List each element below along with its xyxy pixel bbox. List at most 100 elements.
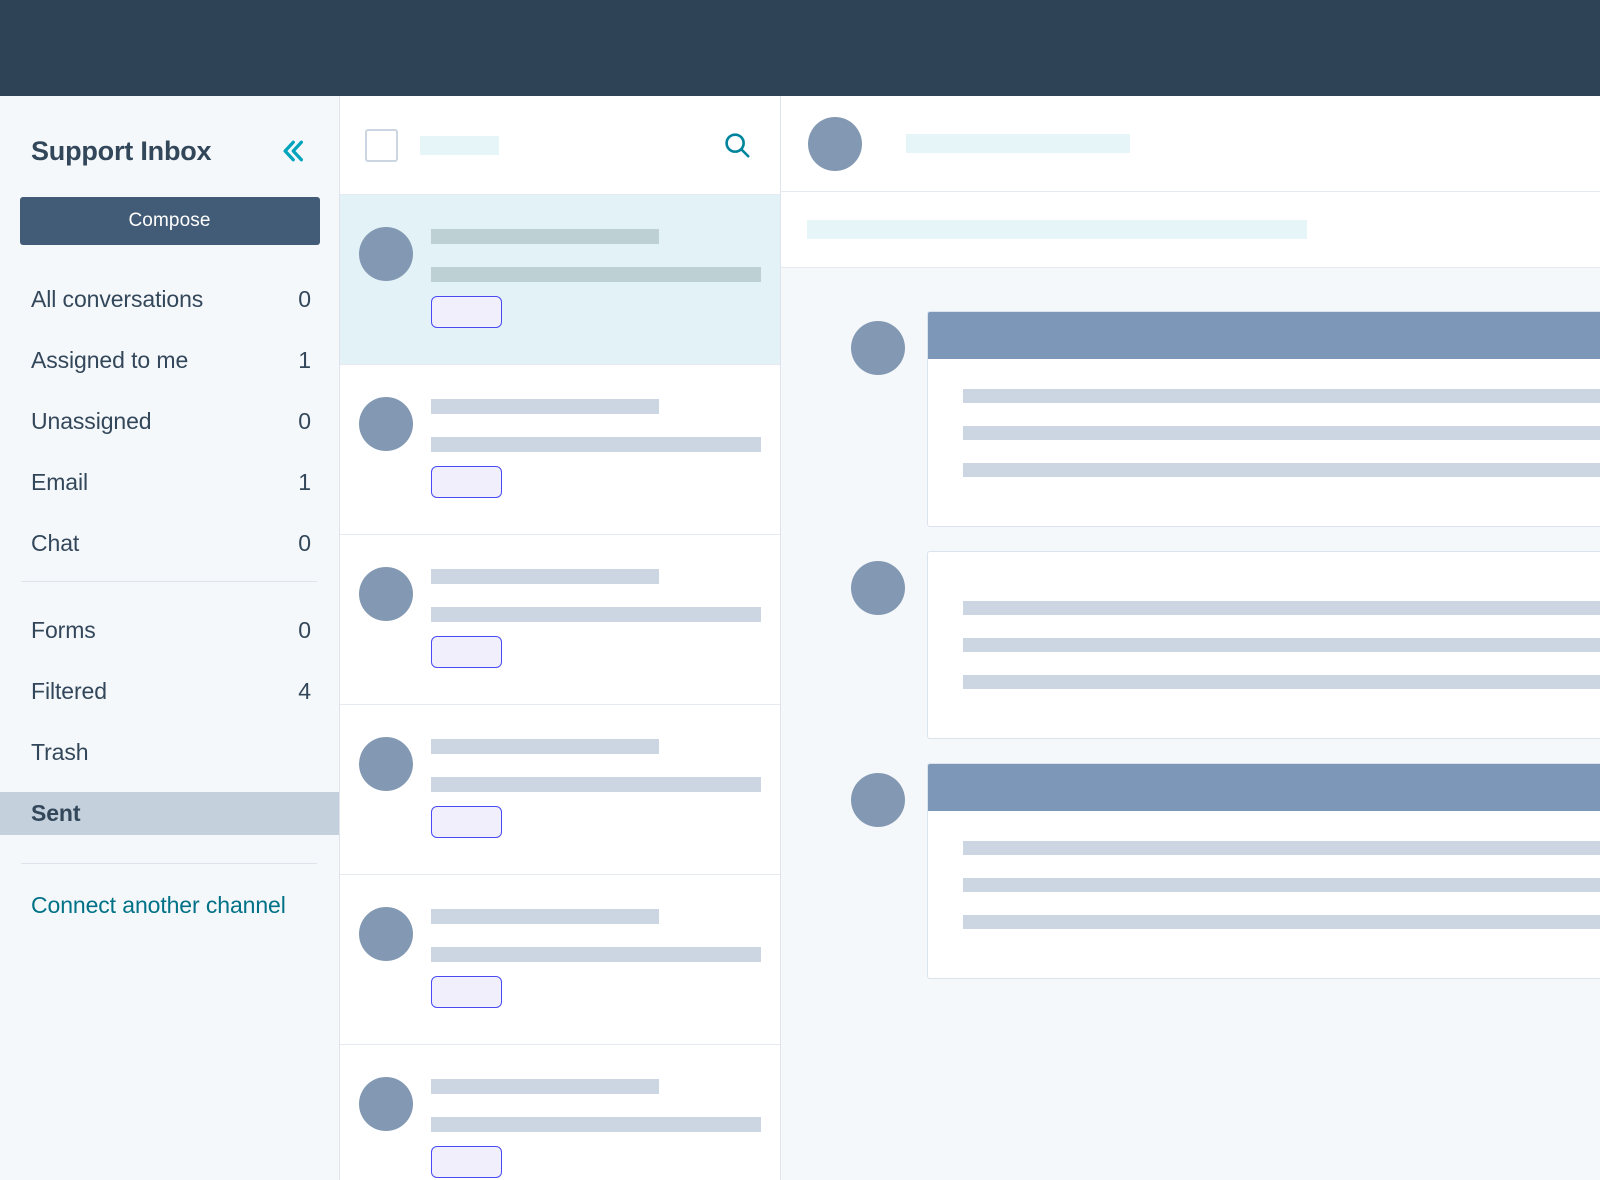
conversation-skeleton [431, 569, 761, 622]
avatar [359, 907, 413, 961]
top-navigation-bar [0, 0, 1600, 96]
sidebar-item-label: Trash [31, 739, 89, 765]
message-item[interactable] [781, 763, 1600, 979]
conversation-thread-panel [781, 96, 1600, 1180]
conversation-list-item[interactable] [340, 365, 780, 535]
sidebar-item-filtered[interactable]: Filtered 4 [0, 670, 339, 713]
conversation-skeleton [431, 399, 761, 452]
sidebar-item-forms[interactable]: Forms 0 [0, 609, 339, 652]
conversation-list-item[interactable] [340, 195, 780, 365]
avatar [359, 397, 413, 451]
message-card [927, 763, 1600, 979]
chevron-double-left-icon[interactable] [273, 132, 311, 170]
message-text-line [963, 841, 1600, 855]
message-item[interactable] [781, 311, 1600, 527]
compose-button[interactable]: Compose [19, 197, 320, 245]
avatar [851, 561, 905, 615]
conversation-list-item[interactable] [340, 1045, 780, 1180]
sidebar-item-count: 1 [298, 469, 311, 495]
message-text-line [963, 601, 1600, 615]
subject-placeholder [807, 220, 1307, 239]
thread-subject-row [781, 192, 1600, 268]
sidebar-item-unassigned[interactable]: Unassigned 0 [0, 400, 339, 443]
sidebar-title: Support Inbox [31, 135, 212, 166]
sidebar-divider-top [21, 581, 317, 582]
conversation-list-panel [340, 96, 781, 1180]
list-header-placeholder [420, 135, 499, 155]
sidebar-item-count: 0 [298, 530, 311, 556]
sidebar-item-assigned-to-me[interactable]: Assigned to me 1 [0, 339, 339, 382]
message-text-line [963, 389, 1600, 403]
message-text-line [963, 638, 1600, 652]
message-card [927, 551, 1600, 739]
conversation-preview-placeholder [431, 1117, 761, 1132]
conversation-list-item[interactable] [340, 875, 780, 1045]
conversation-list-item[interactable] [340, 535, 780, 705]
message-text-line [963, 463, 1600, 477]
conversation-preview-placeholder [431, 947, 761, 962]
avatar [359, 1077, 413, 1131]
contact-name-placeholder [906, 134, 1130, 153]
message-header-bar [928, 764, 1600, 811]
sidebar-item-count: 0 [298, 286, 311, 312]
thread-message-list [781, 268, 1600, 979]
sidebar-item-label: Email [31, 469, 89, 495]
sidebar-item-label: Sent [31, 800, 81, 826]
status-badge [431, 1146, 502, 1178]
sidebar-item-sent[interactable]: Sent [0, 792, 339, 835]
sidebar-item-count: 0 [298, 617, 311, 643]
message-text-line [963, 675, 1600, 689]
message-item[interactable] [781, 551, 1600, 739]
conversation-list-header [340, 96, 780, 195]
status-badge [431, 296, 502, 328]
conversation-title-placeholder [431, 739, 659, 754]
status-badge [431, 636, 502, 668]
status-badge [431, 806, 502, 838]
conversation-title-placeholder [431, 1079, 659, 1094]
message-card [927, 311, 1600, 527]
search-icon[interactable] [720, 128, 754, 162]
message-text-line [963, 878, 1600, 892]
conversation-title-placeholder [431, 229, 659, 244]
conversation-skeleton [431, 739, 761, 792]
sidebar-item-count: 4 [298, 678, 311, 704]
conversation-preview-placeholder [431, 267, 761, 282]
message-body-skeleton [928, 811, 1600, 978]
conversation-preview-placeholder [431, 777, 761, 792]
avatar [359, 567, 413, 621]
sidebar-item-email[interactable]: Email 1 [0, 461, 339, 504]
sidebar-item-label: Assigned to me [31, 347, 189, 373]
avatar [808, 116, 862, 171]
sidebar: Support Inbox Compose All conversations … [0, 96, 340, 1180]
sidebar-item-all-conversations[interactable]: All conversations 0 [0, 278, 339, 321]
sidebar-item-count: 1 [298, 347, 311, 373]
status-badge [431, 466, 502, 498]
sidebar-secondary-nav: Forms 0 Filtered 4 Trash Sent [0, 609, 339, 835]
sidebar-item-label: Forms [31, 617, 96, 643]
message-text-line [963, 915, 1600, 929]
connect-another-channel-link[interactable]: Connect another channel [0, 892, 339, 919]
select-all-checkbox[interactable] [365, 128, 398, 162]
conversation-skeleton [431, 909, 761, 962]
message-text-line [963, 426, 1600, 440]
thread-header [781, 96, 1600, 192]
conversation-preview-placeholder [431, 437, 761, 452]
conversation-title-placeholder [431, 909, 659, 924]
avatar [851, 321, 905, 375]
avatar [851, 773, 905, 827]
conversation-skeleton [431, 229, 761, 282]
status-badge [431, 976, 502, 1008]
sidebar-item-chat[interactable]: Chat 0 [0, 522, 339, 565]
sidebar-item-label: Unassigned [31, 408, 152, 434]
inbox-app: Support Inbox Compose All conversations … [0, 0, 1600, 1180]
sidebar-item-label: Chat [31, 530, 80, 556]
conversation-title-placeholder [431, 399, 659, 414]
conversation-preview-placeholder [431, 607, 761, 622]
sidebar-primary-nav: All conversations 0 Assigned to me 1 Una… [0, 278, 339, 565]
avatar [359, 737, 413, 791]
sidebar-item-label: All conversations [31, 286, 204, 312]
sidebar-item-trash[interactable]: Trash [0, 731, 339, 774]
conversation-list-item[interactable] [340, 705, 780, 875]
message-header-bar [928, 312, 1600, 359]
sidebar-header: Support Inbox [0, 96, 339, 170]
